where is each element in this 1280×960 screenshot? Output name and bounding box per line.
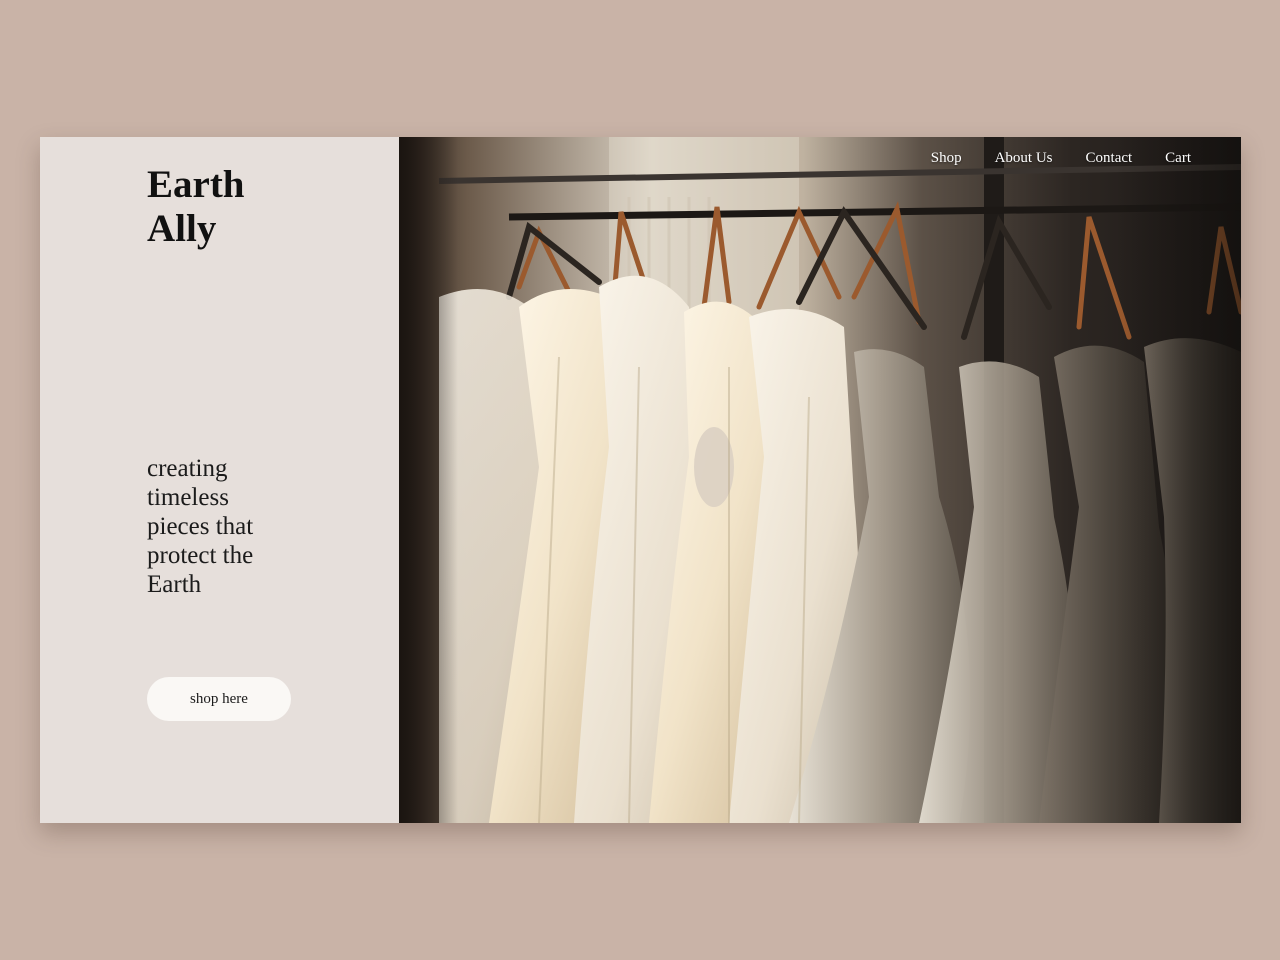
hero-photo (399, 137, 1241, 823)
brand-logo[interactable]: Earth Ally (147, 163, 307, 251)
main-nav: Shop About Us Contact Cart (931, 150, 1191, 167)
nav-link-contact[interactable]: Contact (1086, 150, 1133, 167)
nav-link-cart[interactable]: Cart (1165, 150, 1191, 167)
brand-name-line1: Earth (147, 163, 245, 206)
brand-panel: Earth Ally creating timeless pieces that… (40, 137, 399, 823)
hero-image-panel: Shop About Us Contact Cart (399, 137, 1241, 823)
shop-here-button[interactable]: shop here (147, 677, 291, 721)
brand-name-line2: Ally (147, 207, 217, 250)
nav-link-about-us[interactable]: About Us (995, 150, 1053, 167)
hero-card: Earth Ally creating timeless pieces that… (40, 137, 1241, 823)
hero-tagline: creating timeless pieces that protect th… (147, 455, 254, 598)
nav-link-shop[interactable]: Shop (931, 150, 962, 167)
